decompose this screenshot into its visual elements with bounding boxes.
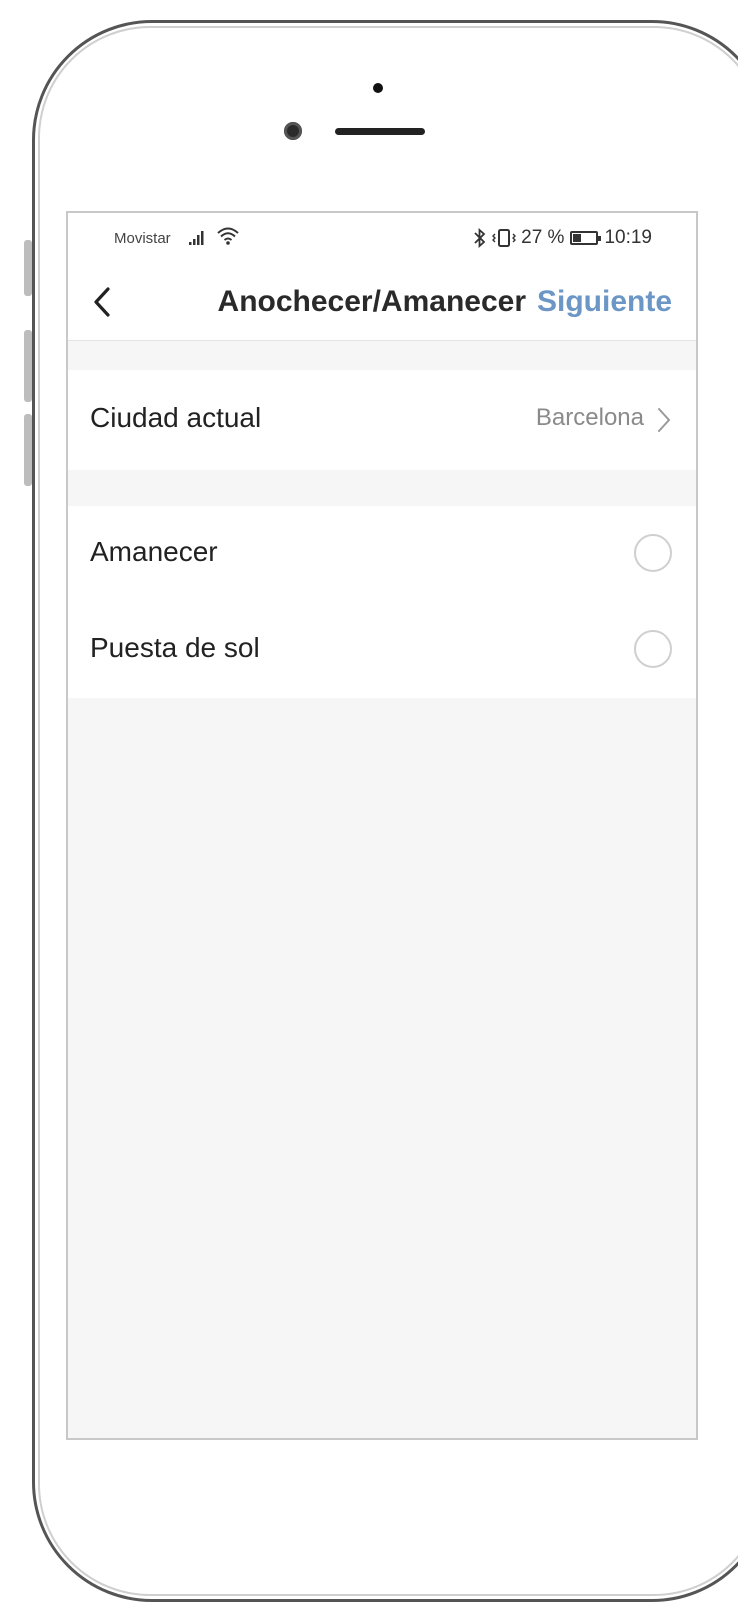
carrier-name: Movistar: [114, 230, 171, 247]
option-sunrise[interactable]: Amanecer: [68, 506, 696, 602]
earpiece-speaker: [335, 128, 425, 135]
navigation-bar: Anochecer/Amanecer Siguiente: [68, 265, 696, 341]
front-camera: [284, 122, 302, 140]
signal-icon: [189, 231, 204, 245]
option-sunset-radio[interactable]: [634, 630, 672, 668]
status-bar: Movistar 27 % 10:19: [68, 213, 696, 265]
chevron-right-icon: [658, 408, 671, 432]
page-title: Anochecer/Amanecer: [217, 285, 526, 318]
app-screen: Movistar 27 % 10:19 Anochecer/Amanecer S…: [66, 211, 698, 1440]
location-section: Ciudad actual Barcelona: [68, 370, 696, 470]
current-city-value: Barcelona: [535, 404, 644, 431]
bluetooth-icon: [474, 228, 486, 248]
option-sunrise-label: Amanecer: [90, 536, 218, 567]
volume-up-button: [24, 330, 32, 402]
option-sunset[interactable]: Puesta de sol: [68, 602, 696, 698]
proximity-sensor: [373, 83, 383, 93]
wifi-icon: [217, 227, 239, 245]
current-city-row[interactable]: Ciudad actual Barcelona: [68, 372, 696, 468]
status-right-group: 27 % 10:19: [473, 227, 652, 249]
battery-icon: [570, 231, 602, 245]
option-sunset-label: Puesta de sol: [90, 632, 260, 663]
next-button[interactable]: Siguiente: [537, 285, 672, 319]
option-sunrise-radio[interactable]: [634, 534, 672, 572]
battery-percent: 27 %: [521, 227, 565, 248]
event-options-section: Amanecer Puesta de sol: [68, 506, 696, 698]
volume-down-button: [24, 414, 32, 486]
mute-switch: [24, 240, 32, 296]
clock: 10:19: [604, 227, 652, 248]
vibrate-icon: [492, 229, 517, 247]
current-city-label: Ciudad actual: [90, 402, 262, 433]
chevron-left-icon[interactable]: [88, 285, 118, 319]
